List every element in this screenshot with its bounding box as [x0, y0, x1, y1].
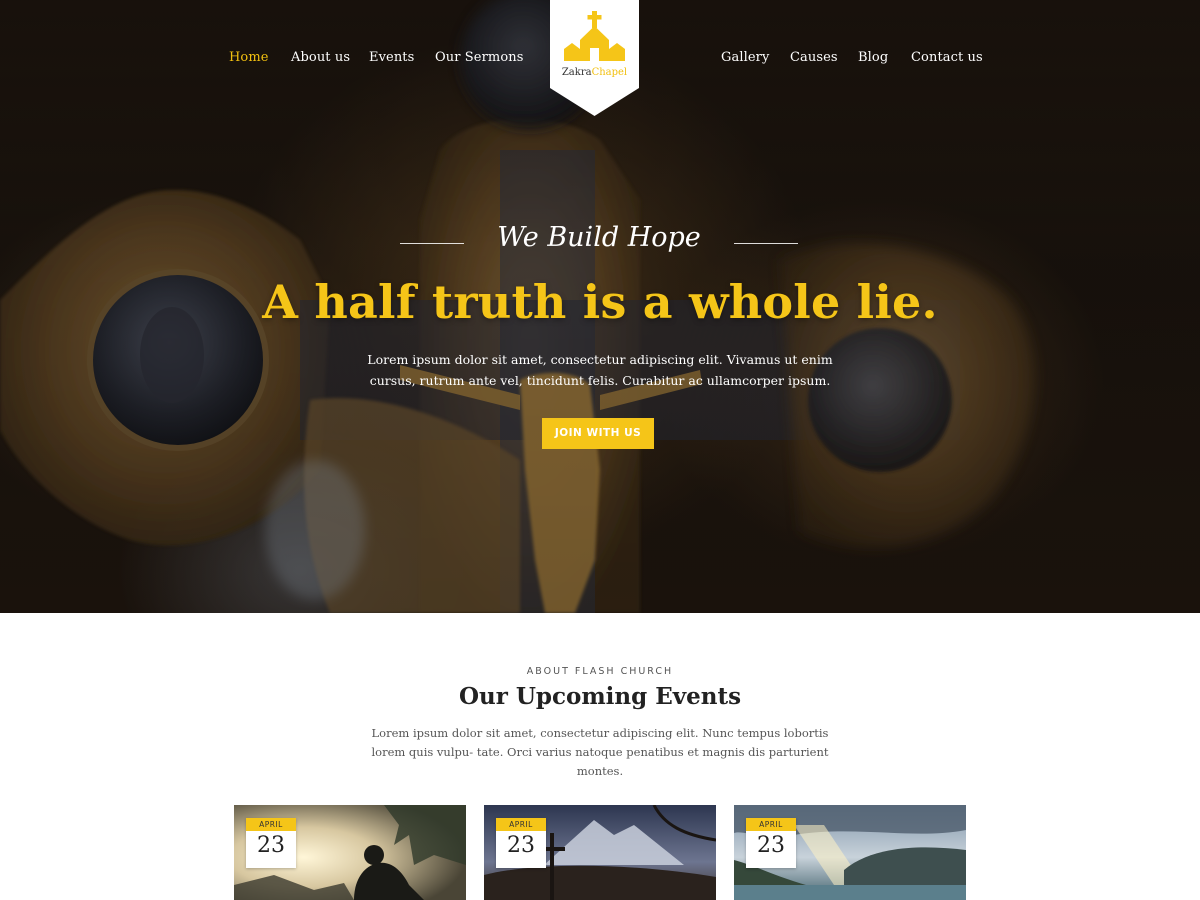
join-with-us-button[interactable]: JOIN WITH US	[542, 418, 654, 449]
event-day: 23	[257, 833, 285, 858]
nav-events[interactable]: Events	[369, 50, 414, 65]
nav-home[interactable]: Home	[229, 50, 269, 65]
event-day: 23	[507, 833, 535, 858]
nav-gallery[interactable]: Gallery	[721, 50, 769, 65]
logo-badge-shape	[550, 0, 639, 116]
hero-tagline-group: We Build Hope	[400, 222, 798, 266]
nav-contact-us[interactable]: Contact us	[911, 50, 983, 65]
hero-headline: A half truth is a whole lie.	[262, 275, 938, 329]
logo-word-1: Zakra	[561, 67, 592, 78]
event-date-badge: APRIL 23	[496, 818, 546, 868]
section-eyebrow: ABOUT FLASH CHURCH	[526, 666, 674, 677]
hero-description: Lorem ipsum dolor sit amet, consectetur …	[367, 352, 833, 388]
nav-blog[interactable]: Blog	[858, 50, 888, 65]
event-day: 23	[757, 833, 785, 858]
event-card-3[interactable]: APRIL 23	[734, 805, 966, 900]
logo-word-2: Chapel	[591, 67, 628, 78]
nav-about-us[interactable]: About us	[291, 50, 350, 65]
event-month: APRIL	[496, 818, 546, 831]
event-month: APRIL	[246, 818, 296, 831]
section-description: Lorem ipsum dolor sit amet, consectetur …	[371, 726, 829, 778]
hero-section: Home About us Events Our Sermons ZakraCh…	[0, 0, 1200, 613]
hero-tagline: We Build Hope	[497, 222, 701, 253]
logo-wordmark: ZakraChapel	[550, 67, 639, 78]
tagline-divider-right	[734, 243, 798, 244]
site-logo[interactable]: ZakraChapel	[550, 0, 639, 118]
event-card-2[interactable]: APRIL 23	[484, 805, 716, 900]
nav-causes[interactable]: Causes	[790, 50, 838, 65]
event-date-badge: APRIL 23	[246, 818, 296, 868]
event-month: APRIL	[746, 818, 796, 831]
event-card-1[interactable]: APRIL 23	[234, 805, 466, 900]
nav-our-sermons[interactable]: Our Sermons	[435, 50, 524, 65]
event-date-badge: APRIL 23	[746, 818, 796, 868]
tagline-divider-left	[400, 243, 464, 244]
section-title: Our Upcoming Events	[458, 683, 742, 710]
